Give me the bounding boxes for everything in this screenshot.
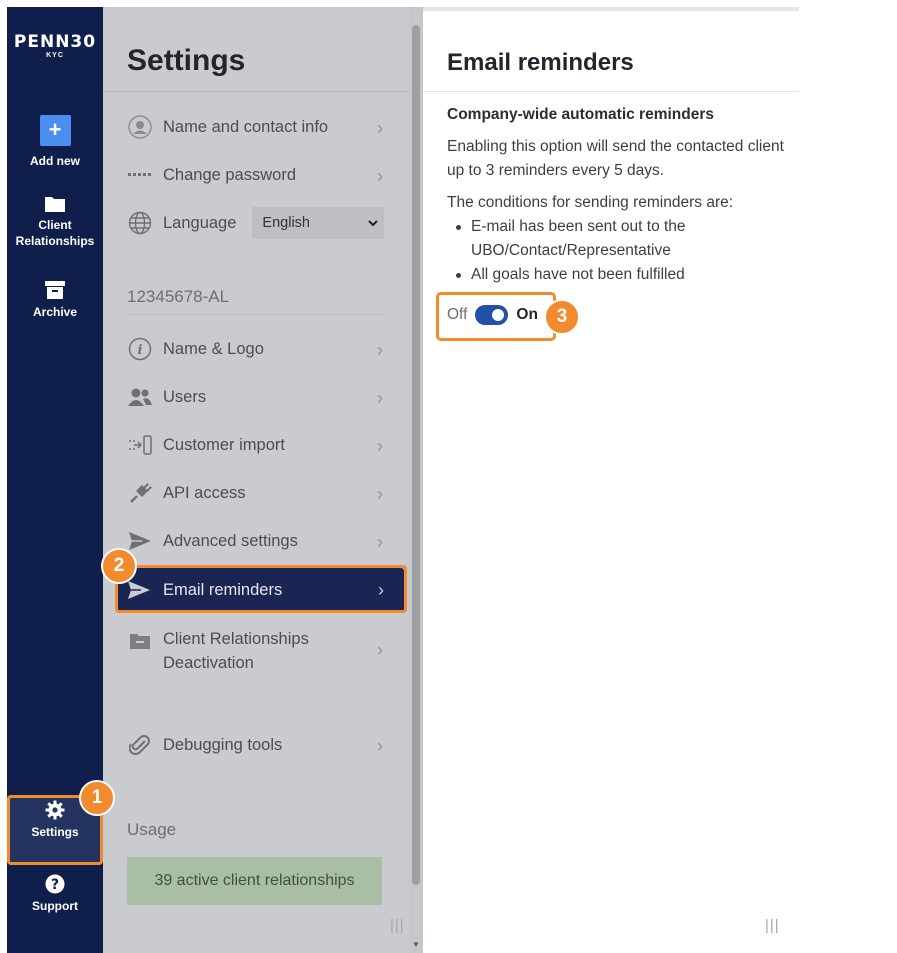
nav-client-relationships[interactable]: Client Relationships [7,194,103,249]
divider [127,314,385,315]
annotation-badge-3: 3 [544,299,580,335]
folder-minus-icon [127,627,153,653]
nav-client-relationships-label: Client Relationships [15,218,95,248]
plug-icon [127,480,153,506]
nav-add-new-label: Add new [30,154,80,168]
settings-item-language: Language English [127,203,385,243]
help-icon: ? [45,874,65,894]
usage-title: Usage [127,820,177,839]
chevron-right-icon: › [377,388,383,408]
folder-icon [45,197,65,212]
settings-item-label-line1: Client Relationships [163,630,309,648]
resize-grip-icon[interactable]: ||| [390,917,405,934]
language-select[interactable]: English [252,207,385,239]
settings-item-label: Users [163,388,207,406]
toggle-highlight-box [436,292,556,341]
logo-sub: KYC [46,52,64,59]
settings-title: Settings [127,44,246,77]
chevron-right-icon: › [377,736,383,756]
chevron-right-icon: › [377,118,383,138]
paperclip-icon [127,732,153,758]
settings-item-advanced-settings[interactable]: Advanced settings › [127,521,385,561]
list-item: All goals have not been fulfilled [447,263,787,287]
settings-item-users[interactable]: Users › [127,377,385,417]
company-id: 12345678-AL [127,287,230,306]
chevron-right-icon: › [377,436,383,456]
nav-settings-label: Settings [31,825,79,839]
conditions-list: E-mail has been sent out to the UBO/Cont… [447,215,787,287]
scroll-down-arrow-icon[interactable]: ▼ [412,940,420,949]
annotation-badge-1: 1 [79,780,115,816]
password-dots-icon [127,162,153,188]
svg-text:i: i [138,343,143,358]
settings-item-name-logo[interactable]: i Name & Logo › [127,329,385,369]
user-icon [127,114,153,140]
panel-top-border [423,7,799,11]
archive-icon [45,281,65,299]
info-icon: i [127,336,153,362]
nav-support[interactable]: ? Support [7,874,103,914]
email-reminders-panel: Email reminders Company-wide automatic r… [423,7,799,953]
chevron-down-icon [368,219,379,226]
settings-item-label: Change password [163,166,296,184]
panel-description: Enabling this option will send the conta… [447,138,784,179]
settings-item-name-contact[interactable]: Name and contact info › [127,107,385,147]
settings-item-label: Debugging tools [163,736,283,754]
conditions-intro: The conditions for sending reminders are… [447,194,734,211]
divider [103,91,409,92]
settings-item-label: Name & Logo [163,340,264,358]
panel-subheading: Company-wide automatic reminders [447,106,715,123]
email-reminders-highlight-box [115,565,407,613]
list-item: E-mail has been sent out to the UBO/Cont… [447,215,787,263]
settings-item-customer-import[interactable]: Customer import › [127,425,385,465]
settings-item-label: Customer import [163,436,285,454]
logo-brand: PENN30 [13,32,97,52]
scrollbar[interactable]: ▼ [409,7,423,953]
svg-text:?: ? [51,877,59,893]
chevron-right-icon: › [377,166,383,186]
settings-item-api-access[interactable]: API access › [127,473,385,513]
annotation-badge-2: 2 [101,548,137,584]
settings-item-label: Advanced settings [163,532,298,550]
panel-title: Email reminders [447,49,634,76]
chevron-right-icon: › [377,640,383,660]
nav-add-new[interactable]: + Add new [7,115,103,169]
scrollbar-thumb[interactable] [412,25,420,885]
send-icon [127,528,153,554]
chevron-right-icon: › [377,484,383,504]
nav-archive[interactable]: Archive [7,280,103,320]
users-icon [127,384,153,410]
settings-item-label: API access [163,484,246,502]
resize-grip-icon[interactable]: ||| [765,917,780,934]
settings-item-label-line2: Deactivation [163,654,254,672]
globe-icon [127,210,153,236]
nav-support-label: Support [32,899,78,913]
settings-item-label: Name and contact info [163,118,329,136]
divider [423,91,799,92]
settings-item-label: Client Relationships Deactivation [163,627,309,675]
gear-icon [45,800,65,820]
settings-item-client-relationships-deactivation[interactable]: Client Relationships Deactivation › [127,625,385,677]
settings-item-change-password[interactable]: Change password › [127,155,385,195]
language-select-value: English [262,215,310,231]
chevron-right-icon: › [377,532,383,552]
settings-item-debugging-tools[interactable]: Debugging tools › [127,725,385,765]
usage-summary: 39 active client relationships [127,857,382,905]
settings-column: Settings Name and contact info › Change … [103,7,409,953]
import-icon [127,432,153,458]
plus-icon: + [39,115,71,146]
nav-archive-label: Archive [32,305,78,319]
language-label: Language [163,214,237,232]
chevron-right-icon: › [377,340,383,360]
logo[interactable]: PENN30 KYC [7,7,103,87]
